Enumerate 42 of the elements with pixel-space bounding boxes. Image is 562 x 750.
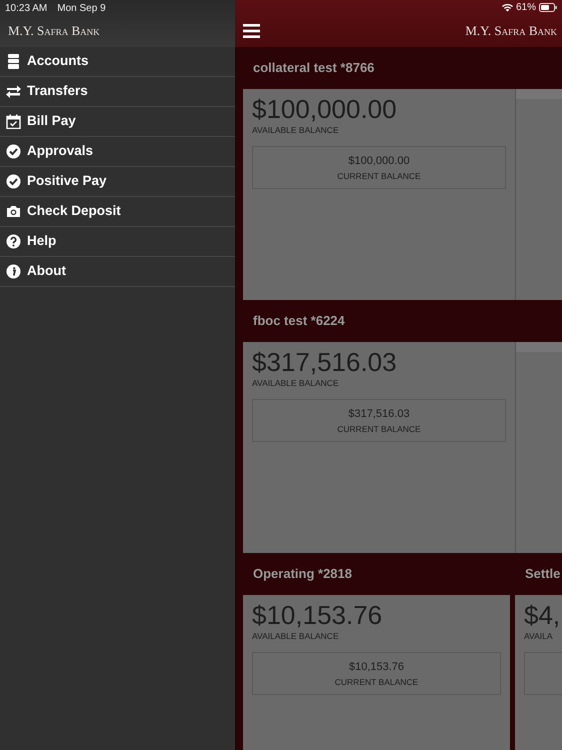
menu-item[interactable]: Check Deposit: [0, 197, 235, 227]
current-balance: $317,516.03: [348, 407, 410, 422]
menu-item[interactable]: Positive Pay: [0, 167, 235, 197]
battery-icon: [539, 3, 557, 12]
current-balance: $100,000.00: [348, 154, 410, 170]
account-title: fboc test *6224: [253, 312, 345, 330]
info-icon: [6, 264, 21, 279]
camera-icon: [6, 204, 21, 219]
account-title: collateral test *8766: [253, 59, 374, 78]
balance-label: CURRENT BALANCE: [334, 676, 418, 688]
balance-label: AVAILABLE BALANCE: [252, 376, 340, 390]
wifi-icon: [502, 3, 513, 12]
menu-item[interactable]: Bill Pay: [0, 107, 235, 137]
transfer-arrows-icon: [6, 84, 21, 99]
status-time: 10:23 AM: [5, 2, 48, 14]
balance-label: CURRENT BALANCE: [337, 170, 421, 182]
available-balance: $4,: [524, 601, 562, 630]
menu-icon[interactable]: [243, 24, 260, 38]
check-badge-icon: [6, 144, 21, 159]
account-title: Operating *2818: [253, 565, 352, 584]
available-balance: $317,516.03: [252, 348, 398, 377]
bank-logo: M.Y. Safra Bank: [465, 22, 557, 40]
cabinet-icon: [6, 54, 21, 69]
account-title: Settle: [525, 565, 560, 584]
status-date: Mon Sep 9: [57, 2, 106, 14]
bank-logo: M.Y. Safra Bank: [8, 22, 100, 40]
help-icon: [6, 234, 21, 249]
menu-item[interactable]: About: [0, 257, 235, 287]
balance-label: CURRENT BALANCE: [337, 422, 421, 436]
balance-label: AVAILABLE BALANCE: [252, 124, 340, 136]
menu-item[interactable]: Accounts: [0, 47, 235, 77]
balance-label: AVAILABLE BALANCE: [252, 630, 340, 642]
menu-item[interactable]: Approvals: [0, 137, 235, 167]
calendar-check-icon: [6, 114, 21, 129]
available-balance: $100,000.00: [252, 95, 398, 124]
balance-label: AVAILA: [524, 630, 554, 642]
menu-item[interactable]: Help: [0, 227, 235, 257]
battery-percent: 61%: [516, 1, 536, 15]
menu-item[interactable]: Transfers: [0, 77, 235, 107]
check-badge-icon: [6, 174, 21, 189]
available-balance: $10,153.76: [252, 601, 384, 630]
current-balance: $10,153.76: [348, 660, 404, 676]
